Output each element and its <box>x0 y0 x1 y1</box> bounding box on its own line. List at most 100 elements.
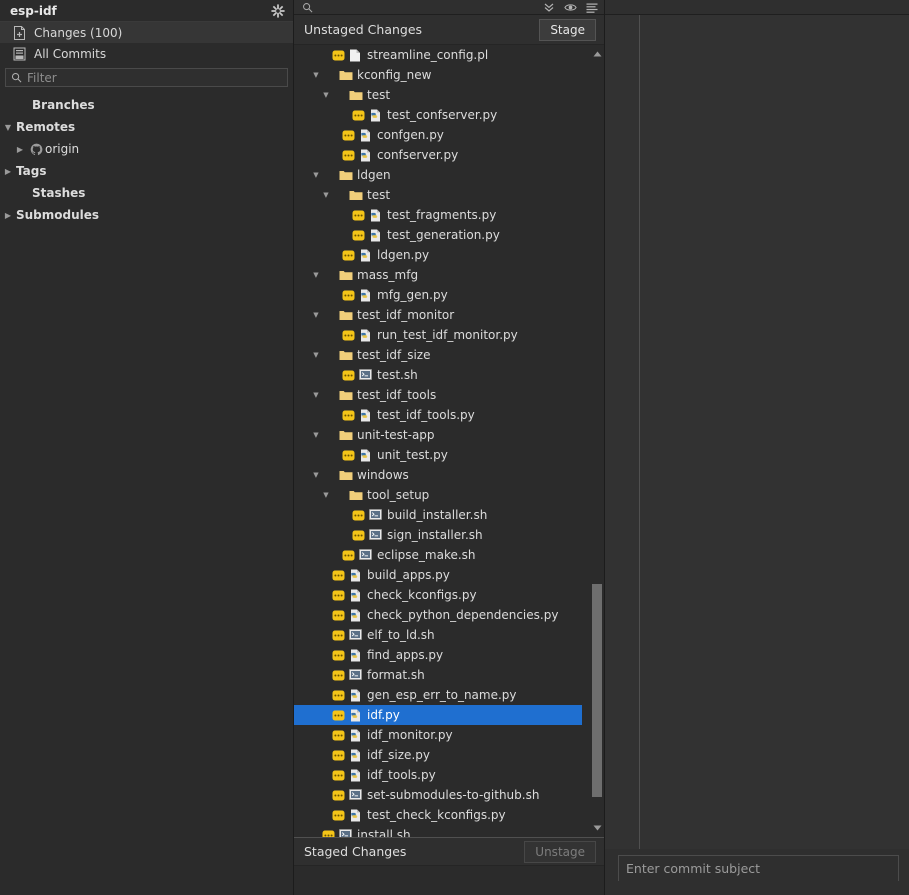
file-python-icon <box>349 589 364 602</box>
file-row[interactable]: set-submodules-to-github.sh <box>294 785 582 805</box>
chevron-down-icon[interactable]: ▼ <box>310 465 322 485</box>
menu-icon[interactable] <box>586 2 598 13</box>
folder-icon <box>339 469 354 481</box>
file-row[interactable]: test_check_kconfigs.py <box>294 805 582 825</box>
file-row[interactable]: ▼ test_idf_monitor <box>294 305 582 325</box>
sidebar-item-origin[interactable]: ▶ origin <box>0 138 293 160</box>
file-row[interactable]: test.sh <box>294 365 582 385</box>
file-row[interactable]: ▼ ldgen <box>294 165 582 185</box>
file-row[interactable]: ▼ tool_setup <box>294 485 582 505</box>
modified-status-badge <box>342 450 356 461</box>
file-row[interactable]: install.sh <box>294 825 582 837</box>
file-name: test <box>367 188 391 202</box>
file-row[interactable]: build_installer.sh <box>294 505 582 525</box>
file-row[interactable]: test_generation.py <box>294 225 582 245</box>
file-name: set-submodules-to-github.sh <box>367 788 540 802</box>
modified-status-badge <box>352 110 366 121</box>
sidebar-item-submodules[interactable]: ▶ Submodules <box>0 204 293 226</box>
file-row[interactable]: ▼ windows <box>294 465 582 485</box>
file-name: tool_setup <box>367 488 430 502</box>
sidebar-item-all-commits[interactable]: All Commits <box>0 43 293 64</box>
chevron-down-icon[interactable]: ▼ <box>310 345 322 365</box>
eye-icon[interactable] <box>564 2 577 13</box>
file-row[interactable]: ▼ unit-test-app <box>294 425 582 445</box>
file-row[interactable]: streamline_config.pl <box>294 45 582 65</box>
modified-status-badge <box>352 210 366 221</box>
changes-search-bar <box>294 0 604 15</box>
file-row[interactable]: run_test_idf_monitor.py <box>294 325 582 345</box>
stage-button[interactable]: Stage <box>539 18 596 41</box>
filter-input[interactable]: Filter <box>5 68 288 87</box>
file-python-icon <box>359 329 374 342</box>
repository-tree: Branches ▼ Remotes ▶ origin ▶ Tags Stash… <box>0 91 293 226</box>
file-row[interactable]: ▼ mass_mfg <box>294 265 582 285</box>
folder-icon <box>339 69 354 81</box>
chevron-down-icon[interactable]: ▼ <box>320 485 332 505</box>
file-row[interactable]: check_kconfigs.py <box>294 585 582 605</box>
sidebar-item-remotes[interactable]: ▼ Remotes <box>0 116 293 138</box>
file-row[interactable]: unit_test.py <box>294 445 582 465</box>
file-generic-icon <box>349 49 364 62</box>
chevron-right-icon[interactable]: ▶ <box>12 145 28 154</box>
file-row[interactable]: ▼ test_idf_tools <box>294 385 582 405</box>
collapse-all-icon[interactable] <box>543 2 555 13</box>
file-row[interactable]: elf_to_ld.sh <box>294 625 582 645</box>
sidebar-item-tags[interactable]: ▶ Tags <box>0 160 293 182</box>
file-row[interactable]: format.sh <box>294 665 582 685</box>
sidebar-item-remotes-label: Remotes <box>16 120 76 134</box>
file-row[interactable]: ▼ test <box>294 185 582 205</box>
file-row[interactable]: sign_installer.sh <box>294 525 582 545</box>
file-name: mfg_gen.py <box>377 288 448 302</box>
file-row[interactable]: mfg_gen.py <box>294 285 582 305</box>
file-row[interactable]: gen_esp_err_to_name.py <box>294 685 582 705</box>
file-row[interactable]: test_confserver.py <box>294 105 582 125</box>
chevron-down-icon[interactable]: ▼ <box>310 385 322 405</box>
scroll-down-arrow-icon[interactable] <box>590 821 604 835</box>
file-row[interactable]: ▼ kconfig_new <box>294 65 582 85</box>
chevron-down-icon[interactable]: ▼ <box>310 305 322 325</box>
chevron-down-icon[interactable]: ▼ <box>310 165 322 185</box>
chevron-down-icon[interactable]: ▼ <box>0 123 16 132</box>
file-row[interactable]: test_fragments.py <box>294 205 582 225</box>
commit-subject-input[interactable]: Enter commit subject <box>618 855 899 881</box>
file-python-icon <box>359 449 374 462</box>
gear-icon[interactable] <box>269 2 287 20</box>
scroll-up-arrow-icon[interactable] <box>590 47 604 61</box>
file-row[interactable]: idf_monitor.py <box>294 725 582 745</box>
chevron-down-icon[interactable]: ▼ <box>310 65 322 85</box>
file-row-selected[interactable]: idf.py <box>294 705 582 725</box>
file-row[interactable]: idf_tools.py <box>294 765 582 785</box>
unstage-button[interactable]: Unstage <box>524 840 596 863</box>
file-row[interactable]: ▼ test_idf_size <box>294 345 582 365</box>
sidebar-item-changes[interactable]: Changes (100) <box>0 22 293 43</box>
chevron-right-icon[interactable]: ▶ <box>0 211 16 220</box>
chevron-down-icon[interactable]: ▼ <box>320 85 332 105</box>
file-name: test_idf_tools <box>357 388 437 402</box>
modified-status-badge <box>332 770 346 781</box>
chevron-right-icon[interactable]: ▶ <box>0 167 16 176</box>
file-name: test_confserver.py <box>387 108 498 122</box>
file-row[interactable]: ldgen.py <box>294 245 582 265</box>
file-row[interactable]: build_apps.py <box>294 565 582 585</box>
file-row[interactable]: confgen.py <box>294 125 582 145</box>
file-python-icon <box>349 769 364 782</box>
file-row[interactable]: idf_size.py <box>294 745 582 765</box>
file-row[interactable]: check_python_dependencies.py <box>294 605 582 625</box>
file-name: build_installer.sh <box>387 508 488 522</box>
file-row[interactable]: test_idf_tools.py <box>294 405 582 425</box>
search-icon[interactable] <box>302 2 313 13</box>
modified-status-badge <box>342 290 356 301</box>
file-name: check_kconfigs.py <box>367 588 477 602</box>
sidebar-item-branches[interactable]: Branches <box>0 94 293 116</box>
file-row[interactable]: confserver.py <box>294 145 582 165</box>
chevron-down-icon[interactable]: ▼ <box>310 265 322 285</box>
chevron-down-icon[interactable]: ▼ <box>320 185 332 205</box>
file-row[interactable]: eclipse_make.sh <box>294 545 582 565</box>
file-row[interactable]: ▼ test <box>294 85 582 105</box>
chevron-down-icon[interactable]: ▼ <box>310 425 322 445</box>
sidebar-item-stashes[interactable]: Stashes <box>0 182 293 204</box>
scrollbar-thumb[interactable] <box>592 583 602 798</box>
file-tree-scrollbar[interactable] <box>590 45 604 837</box>
file-row[interactable]: find_apps.py <box>294 645 582 665</box>
modified-status-badge <box>342 130 356 141</box>
